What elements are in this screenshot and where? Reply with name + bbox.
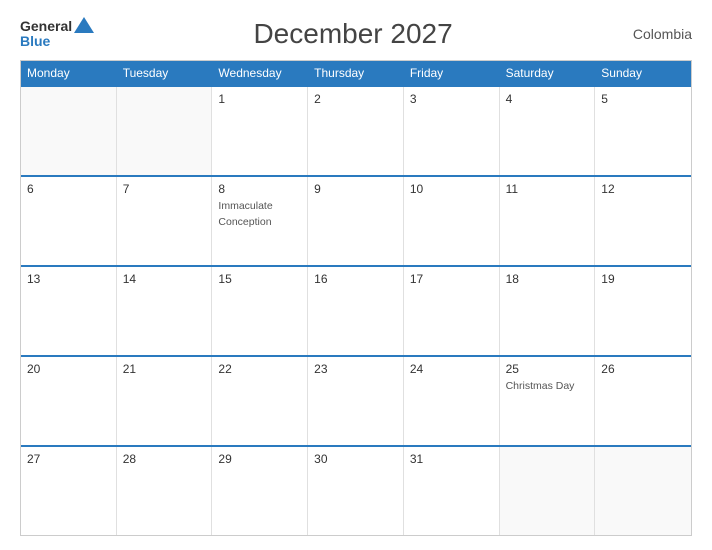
day-cell: 31 [404, 447, 500, 535]
day-number: 7 [123, 182, 206, 196]
day-number: 26 [601, 362, 685, 376]
day-cell: 4 [500, 87, 596, 175]
day-number: 24 [410, 362, 493, 376]
day-cell: 30 [308, 447, 404, 535]
day-cell: 20 [21, 357, 117, 445]
calendar-title: December 2027 [94, 18, 612, 50]
day-cell: 16 [308, 267, 404, 355]
day-number: 4 [506, 92, 589, 106]
day-cell: 21 [117, 357, 213, 445]
day-cell: 9 [308, 177, 404, 265]
week-row-3: 13 14 15 16 17 18 19 [21, 265, 691, 355]
day-number: 11 [506, 182, 589, 196]
week-row-4: 20 21 22 23 24 25 Christmas Day 26 [21, 355, 691, 445]
day-header-tuesday: Tuesday [117, 61, 213, 85]
logo-blue-text: Blue [20, 34, 50, 49]
day-header-wednesday: Wednesday [212, 61, 308, 85]
day-number: 2 [314, 92, 397, 106]
day-event: Immaculate Conception [218, 200, 272, 228]
logo: General Blue [20, 19, 94, 50]
day-cell: 14 [117, 267, 213, 355]
day-number: 9 [314, 182, 397, 196]
day-number: 23 [314, 362, 397, 376]
day-number: 1 [218, 92, 301, 106]
day-number: 16 [314, 272, 397, 286]
day-cell: 7 [117, 177, 213, 265]
day-number: 10 [410, 182, 493, 196]
header: General Blue December 2027 Colombia [20, 18, 692, 50]
day-cell: 28 [117, 447, 213, 535]
day-number: 5 [601, 92, 685, 106]
day-number: 18 [506, 272, 589, 286]
day-number: 17 [410, 272, 493, 286]
day-number: 31 [410, 452, 493, 466]
weeks-container: 12345678Immaculate Conception91011121314… [21, 85, 691, 535]
day-number: 12 [601, 182, 685, 196]
calendar-grid: MondayTuesdayWednesdayThursdayFridaySatu… [20, 60, 692, 536]
day-cell: 27 [21, 447, 117, 535]
country-label: Colombia [612, 26, 692, 42]
day-cell: 5 [595, 87, 691, 175]
day-cell: 1 [212, 87, 308, 175]
day-number: 29 [218, 452, 301, 466]
day-number: 15 [218, 272, 301, 286]
day-cell: 11 [500, 177, 596, 265]
day-cell [595, 447, 691, 535]
day-cell [500, 447, 596, 535]
day-cell: 23 [308, 357, 404, 445]
day-number: 8 [218, 182, 301, 196]
day-cell: 22 [212, 357, 308, 445]
day-number: 6 [27, 182, 110, 196]
day-header-monday: Monday [21, 61, 117, 85]
day-cell: 18 [500, 267, 596, 355]
day-cell: 10 [404, 177, 500, 265]
day-cell: 8 Immaculate Conception [212, 177, 308, 265]
day-cell: 17 [404, 267, 500, 355]
day-header-saturday: Saturday [500, 61, 596, 85]
day-number: 3 [410, 92, 493, 106]
day-number: 21 [123, 362, 206, 376]
week-row-1: 12345 [21, 85, 691, 175]
day-number: 22 [218, 362, 301, 376]
day-header-friday: Friday [404, 61, 500, 85]
logo-general-text: General [20, 19, 72, 34]
week-row-2: 678 Immaculate Conception 9 10 11 12 [21, 175, 691, 265]
day-number: 14 [123, 272, 206, 286]
day-cell: 3 [404, 87, 500, 175]
calendar-page: General Blue December 2027 Colombia Mond… [0, 0, 712, 550]
day-cell: 6 [21, 177, 117, 265]
day-cell: 25 Christmas Day [500, 357, 596, 445]
day-number: 13 [27, 272, 110, 286]
day-number: 27 [27, 452, 110, 466]
day-cell: 12 [595, 177, 691, 265]
day-cell: 24 [404, 357, 500, 445]
day-cell [21, 87, 117, 175]
logo-triangle-icon [74, 17, 94, 33]
day-cell: 29 [212, 447, 308, 535]
day-number: 19 [601, 272, 685, 286]
day-cell [117, 87, 213, 175]
day-number: 30 [314, 452, 397, 466]
day-cell: 15 [212, 267, 308, 355]
day-number: 28 [123, 452, 206, 466]
day-cell: 19 [595, 267, 691, 355]
day-header-thursday: Thursday [308, 61, 404, 85]
days-header-row: MondayTuesdayWednesdayThursdayFridaySatu… [21, 61, 691, 85]
day-number: 20 [27, 362, 110, 376]
week-row-5: 27 28 29 30 31 [21, 445, 691, 535]
day-header-sunday: Sunday [595, 61, 691, 85]
day-event: Christmas Day [506, 380, 575, 392]
day-cell: 26 [595, 357, 691, 445]
day-cell: 13 [21, 267, 117, 355]
day-cell: 2 [308, 87, 404, 175]
day-number: 25 [506, 362, 589, 376]
